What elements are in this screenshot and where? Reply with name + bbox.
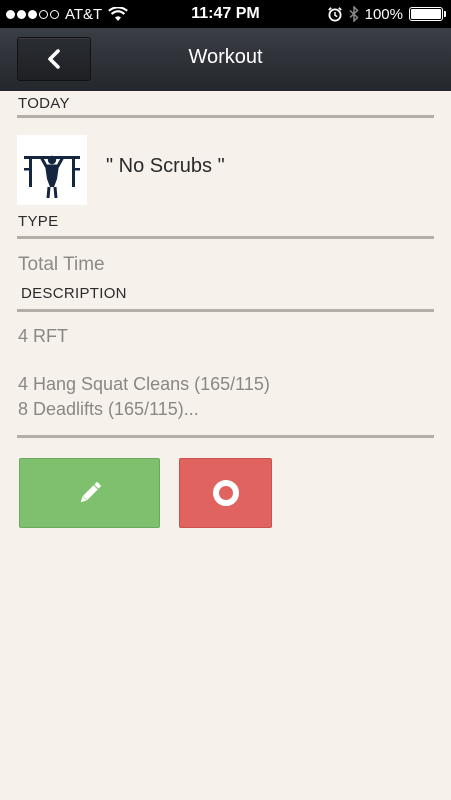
nav-bar: Workout (0, 28, 451, 91)
signal-dot (6, 9, 15, 19)
edit-button[interactable] (19, 458, 160, 528)
divider (17, 115, 434, 118)
alarm-clock-icon (327, 7, 342, 22)
battery-percent: 100% (364, 5, 403, 23)
wifi-icon (108, 6, 129, 21)
workout-name: " No Scrubs " (106, 155, 225, 177)
signal-dot (28, 9, 37, 19)
bluetooth-icon (349, 6, 359, 22)
divider (17, 435, 434, 438)
workout-type: Total Time (18, 254, 105, 275)
workout-thumbnail (17, 135, 87, 205)
nav-title: Workout (188, 45, 263, 68)
divider (17, 236, 434, 239)
battery-level (411, 9, 441, 19)
today-label: TODAY (18, 95, 70, 112)
record-icon (212, 480, 239, 506)
status-right: 100% (327, 0, 446, 28)
type-label: TYPE (18, 213, 59, 230)
divider (17, 309, 434, 312)
signal-dot (39, 9, 48, 19)
description-line: 4 RFT (18, 326, 69, 346)
pull-up-silhouette-icon (24, 155, 80, 199)
description-line: 4 Hang Squat Cleans (165/115) (18, 374, 270, 394)
signal-strength-icon (6, 9, 59, 19)
status-left: AT&T (6, 0, 129, 28)
signal-dot (50, 9, 59, 19)
signal-dot (17, 9, 26, 19)
record-button[interactable] (179, 458, 272, 528)
pencil-icon (80, 482, 101, 503)
battery-icon (409, 7, 446, 21)
status-bar: AT&T 11:47 PM 100% (0, 0, 451, 28)
carrier-name: AT&T (65, 5, 103, 23)
description-label: DESCRIPTION (21, 285, 127, 302)
description-line: 8 Deadlifts (165/115)... (18, 399, 199, 419)
